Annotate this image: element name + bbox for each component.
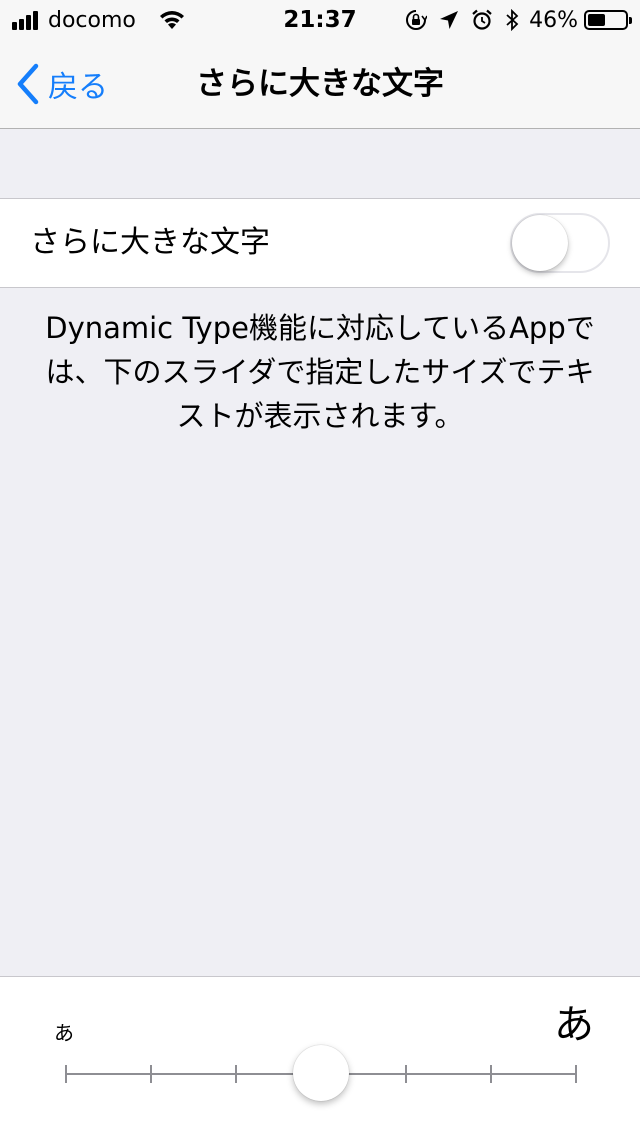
- battery-fill: [588, 14, 605, 26]
- navigation-bar: 戻る さらに大きな文字: [0, 40, 640, 129]
- battery-icon: [584, 10, 632, 30]
- status-bar: docomo 21:37 46%: [0, 0, 640, 40]
- alarm-icon: [471, 9, 493, 31]
- slider-tick: [65, 1065, 67, 1083]
- page-title: さらに大きな文字: [196, 66, 444, 102]
- small-text-sample: あ: [54, 1021, 74, 1045]
- large-text-sample: あ: [554, 1002, 594, 1048]
- orientation-lock-icon: [405, 9, 428, 31]
- slider-thumb[interactable]: [293, 1045, 349, 1101]
- text-size-slider-panel: あ あ: [0, 976, 640, 1137]
- slider-tick: [150, 1065, 152, 1083]
- slider-tick: [490, 1065, 492, 1083]
- slider-tick: [575, 1065, 577, 1083]
- slider-tick: [405, 1065, 407, 1083]
- description-text: Dynamic Type機能に対応しているAppでは、下のスライダで指定したサイ…: [45, 311, 595, 433]
- toggle-knob: [512, 215, 568, 271]
- larger-text-row: さらに大きな文字: [0, 198, 640, 288]
- location-icon: [439, 10, 459, 30]
- larger-text-label: さらに大きな文字: [30, 225, 270, 260]
- status-right: 46%: [393, 6, 632, 34]
- slider-tick: [235, 1065, 237, 1083]
- larger-text-toggle[interactable]: [510, 213, 610, 273]
- battery-percent: 46%: [529, 7, 578, 33]
- bluetooth-icon: [505, 9, 519, 31]
